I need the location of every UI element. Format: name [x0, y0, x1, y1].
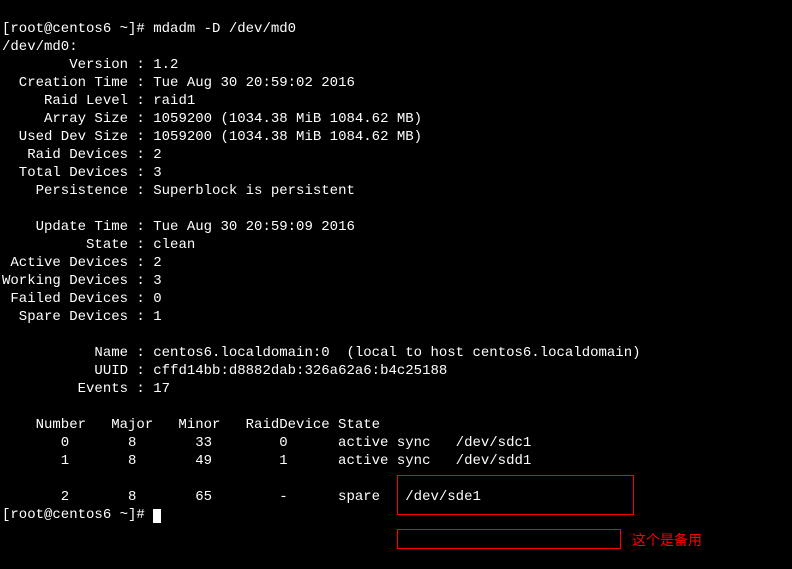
value-working-devices: 3: [153, 273, 161, 289]
label-array-size: Array Size :: [2, 111, 153, 127]
prompt: [root@centos6 ~]#: [2, 21, 153, 37]
table-row: 0 8 33 0 active sync /dev/sdc1: [2, 435, 531, 451]
annotation-spare: 这个是备用: [632, 531, 702, 549]
value-failed-devices: 0: [153, 291, 161, 307]
label-failed-devices: Failed Devices :: [2, 291, 153, 307]
value-array-size: 1059200 (1034.38 MiB 1084.62 MB): [153, 111, 422, 127]
value-active-devices: 2: [153, 255, 161, 271]
value-update-time: Tue Aug 30 20:59:09 2016: [153, 219, 355, 235]
label-update-time: Update Time :: [2, 219, 153, 235]
label-active-devices: Active Devices :: [2, 255, 153, 271]
table-row: 1 8 49 1 active sync /dev/sdd1: [2, 453, 531, 469]
value-events: 17: [153, 381, 170, 397]
terminal[interactable]: [root@centos6 ~]# mdadm -D /dev/md0 /dev…: [0, 0, 792, 526]
label-raid-devices: Raid Devices :: [2, 147, 153, 163]
command: mdadm -D /dev/md0: [153, 21, 296, 37]
label-raid-level: Raid Level :: [2, 93, 153, 109]
highlight-spare: [397, 529, 621, 549]
label-total-devices: Total Devices :: [2, 165, 153, 181]
prompt: [root@centos6 ~]#: [2, 507, 153, 523]
output-device: /dev/md0:: [2, 39, 78, 55]
cursor: [153, 509, 161, 523]
label-persistence: Persistence :: [2, 183, 153, 199]
value-state: clean: [153, 237, 195, 253]
value-used-dev-size: 1059200 (1034.38 MiB 1084.62 MB): [153, 129, 422, 145]
label-used-dev-size: Used Dev Size :: [2, 129, 153, 145]
value-total-devices: 3: [153, 165, 161, 181]
label-uuid: UUID :: [2, 363, 153, 379]
value-version: 1.2: [153, 57, 178, 73]
label-state: State :: [2, 237, 153, 253]
label-name: Name :: [2, 345, 153, 361]
value-creation-time: Tue Aug 30 20:59:02 2016: [153, 75, 355, 91]
label-events: Events :: [2, 381, 153, 397]
value-name: centos6.localdomain:0 (local to host cen…: [153, 345, 640, 361]
value-uuid: cffd14bb:d8882dab:326a62a6:b4c25188: [153, 363, 447, 379]
label-working-devices: Working Devices :: [2, 273, 153, 289]
table-row: 2 8 65 - spare /dev/sde1: [2, 489, 481, 505]
label-version: Version :: [2, 57, 153, 73]
label-creation-time: Creation Time :: [2, 75, 153, 91]
table-header: Number Major Minor RaidDevice State: [2, 417, 380, 433]
value-raid-devices: 2: [153, 147, 161, 163]
value-raid-level: raid1: [153, 93, 195, 109]
value-persistence: Superblock is persistent: [153, 183, 355, 199]
label-spare-devices: Spare Devices :: [2, 309, 153, 325]
value-spare-devices: 1: [153, 309, 161, 325]
